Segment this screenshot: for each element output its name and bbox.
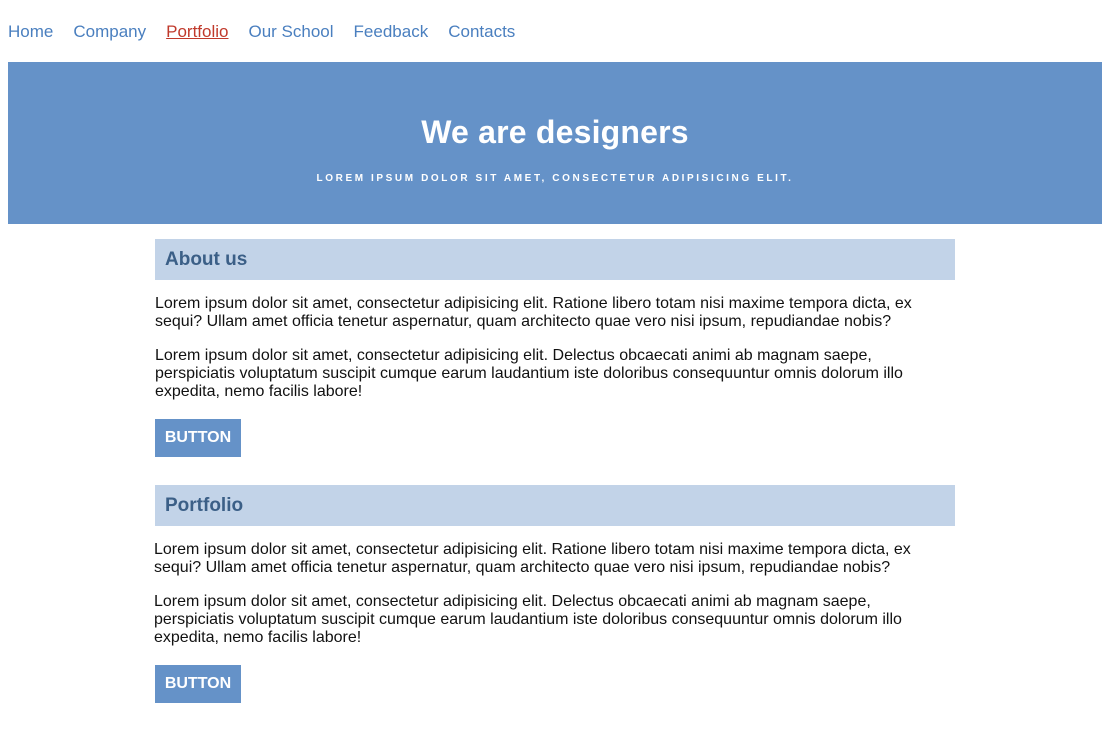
nav-link-portfolio[interactable]: Portfolio xyxy=(166,22,228,42)
hero-banner: We are designers LOREM IPSUM DOLOR SIT A… xyxy=(8,62,1102,224)
portfolio-button[interactable]: BUTTON xyxy=(155,665,241,703)
nav-link-contacts[interactable]: Contacts xyxy=(448,22,515,42)
section-paragraph: Lorem ipsum dolor sit amet, consectetur … xyxy=(155,295,912,330)
nav-link-company[interactable]: Company xyxy=(73,22,146,42)
nav-link-home[interactable]: Home xyxy=(8,22,53,42)
nav-link-our-school[interactable]: Our School xyxy=(249,22,334,42)
section-about-us: About us Lorem ipsum dolor sit amet, con… xyxy=(155,239,955,459)
section-title: Portfolio xyxy=(155,485,955,526)
section-paragraph: Lorem ipsum dolor sit amet, consectetur … xyxy=(154,593,902,646)
section-paragraph: Lorem ipsum dolor sit amet, consectetur … xyxy=(154,541,911,576)
section-title: About us xyxy=(155,239,955,280)
hero-title: We are designers xyxy=(421,114,689,150)
nav-link-feedback[interactable]: Feedback xyxy=(354,22,429,42)
section-paragraph: Lorem ipsum dolor sit amet, consectetur … xyxy=(155,347,903,400)
about-us-button[interactable]: BUTTON xyxy=(155,419,241,457)
main-nav: Home Company Portfolio Our School Feedba… xyxy=(8,22,535,42)
hero-tagline: LOREM IPSUM DOLOR SIT AMET, CONSECTETUR … xyxy=(316,173,794,184)
section-portfolio: Portfolio Lorem ipsum dolor sit amet, co… xyxy=(154,485,955,705)
